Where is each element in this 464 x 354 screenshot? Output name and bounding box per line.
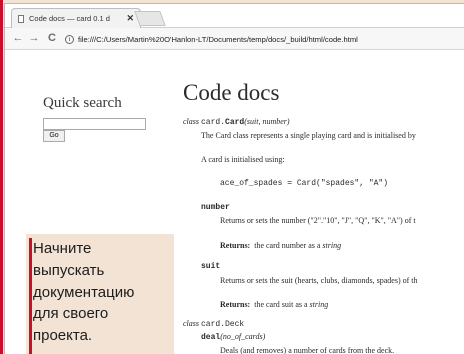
method-deal-desc: Deals (and removes) a number of cards fr…	[220, 346, 395, 354]
tab-title: Code docs — card 0.1 d	[29, 14, 110, 23]
new-tab-button[interactable]	[134, 11, 166, 26]
class-keyword: class	[183, 117, 199, 126]
class-name-prefix: card.	[201, 118, 226, 127]
back-arrow-icon[interactable]: ←	[11, 31, 25, 46]
callout-accent-bar	[29, 238, 32, 354]
browser-toolbar: ← → C i file:///C:/Users/Martin%20O'Hanl…	[5, 28, 464, 50]
init-text: A card is initialised using:	[201, 155, 285, 164]
attr-number-name: number	[201, 203, 230, 212]
returns-text: the card number as a	[254, 241, 321, 250]
returns-type: string	[322, 241, 342, 250]
class-deck-signature: class card.Deck	[183, 319, 244, 329]
browser-tab[interactable]: Code docs — card 0.1 d ✕	[11, 8, 141, 28]
class-name: Card	[225, 118, 245, 127]
method-name: deal	[201, 333, 221, 342]
class-signature: (suit, number)	[244, 117, 290, 126]
class-keyword: class	[183, 319, 199, 328]
accent-stripe	[0, 0, 3, 354]
attr-suit-desc: Returns or sets the suit (hearts, clubs,…	[220, 276, 418, 285]
returns-label: Returns:	[220, 300, 251, 309]
callout-caption: Начните выпускать документацию для своег…	[33, 238, 169, 347]
tab-strip: Code docs — card 0.1 d ✕	[5, 4, 464, 28]
close-tab-icon[interactable]: ✕	[126, 13, 134, 24]
go-button[interactable]: Go	[43, 130, 65, 142]
search-input[interactable]	[43, 118, 146, 130]
returns-label: Returns:	[220, 241, 251, 250]
attr-number-returns: Returns: the card number as a string	[220, 241, 341, 250]
quick-search-title: Quick search	[43, 95, 122, 111]
callout-line: для своего	[33, 305, 109, 323]
returns-type: string	[309, 300, 329, 309]
callout-line: Начните	[33, 240, 92, 257]
page-title: Code docs	[183, 80, 280, 105]
method-signature: (no_of_cards)	[220, 332, 266, 341]
attr-suit-returns: Returns: the card suit as a string	[220, 300, 328, 309]
callout-line: проекта.	[33, 327, 93, 345]
attr-number-desc: Returns or sets the number ("2"."10", "J…	[220, 216, 416, 225]
url-text: file:///C:/Users/Martin%20O'Hanlon-LT/Do…	[78, 34, 358, 44]
returns-text: the card suit as a	[254, 300, 308, 309]
document-icon	[18, 14, 24, 23]
class-card-signature: class card.Card(suit, number)	[183, 117, 290, 127]
class-name: card.Deck	[201, 320, 245, 329]
callout-line: документацию	[33, 283, 135, 301]
attr-suit-name: suit	[201, 262, 221, 271]
reload-icon[interactable]: C	[45, 31, 59, 46]
class-card-description: The Card class represents a single playi…	[201, 131, 416, 140]
forward-arrow-icon[interactable]: →	[27, 31, 41, 46]
callout-line: выпускать	[33, 261, 105, 279]
address-bar[interactable]: i file:///C:/Users/Martin%20O'Hanlon-LT/…	[65, 31, 461, 47]
method-deal-signature: deal(no_of_cards)	[201, 332, 265, 342]
magazine-frame: Code docs — card 0.1 d ✕ ← → C i file://…	[0, 0, 464, 354]
info-icon[interactable]: i	[65, 34, 74, 44]
code-example: ace_of_spades = Card("spades", "A")	[220, 179, 389, 188]
